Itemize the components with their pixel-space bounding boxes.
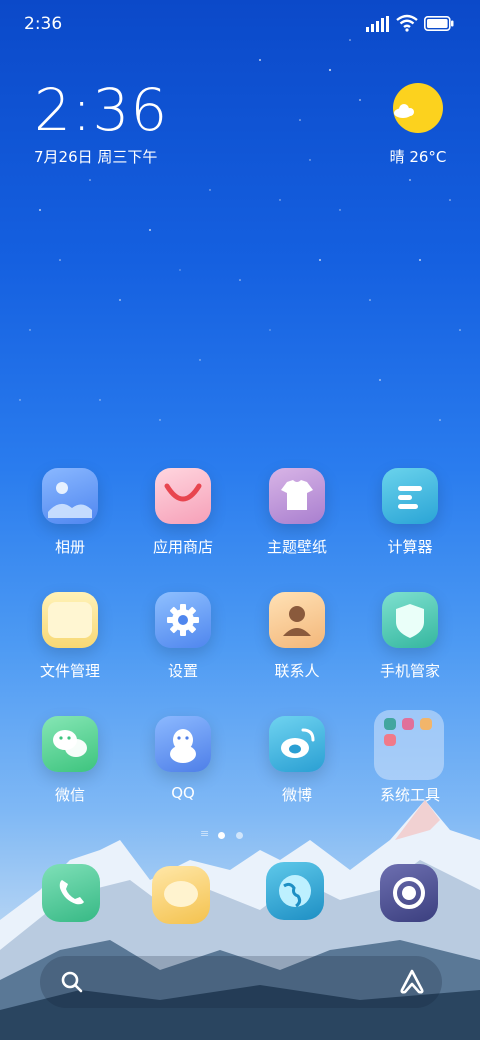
app-folder-system-tools[interactable]: 系统工具 [354, 710, 466, 826]
browser-globe-icon[interactable] [266, 862, 324, 920]
app-label: 微信 [54, 786, 85, 804]
weather-text: 晴 26°C [389, 148, 447, 166]
gallery-icon [42, 468, 98, 524]
messages-icon[interactable] [152, 866, 210, 924]
app-app-store[interactable]: 应用商店 [127, 468, 239, 578]
app-security[interactable]: 手机管家 [354, 592, 466, 702]
status-bar: 2:36 [0, 0, 480, 48]
app-label: 手机管家 [379, 662, 440, 680]
app-label: 计算器 [387, 538, 433, 556]
signal-icon [366, 16, 389, 32]
folder-icon [374, 710, 444, 780]
qq-penguin-icon [155, 716, 211, 772]
app-contacts[interactable]: 联系人 [241, 592, 353, 702]
assistant-icon[interactable] [398, 968, 426, 996]
app-settings[interactable]: 设置 [127, 592, 239, 702]
app-weibo[interactable]: 微博 [241, 716, 353, 826]
clock-widget[interactable]: 2:36 7月26日 周三下午 [34, 80, 254, 170]
clock-time: 2:36 [34, 76, 169, 144]
security-shield-icon [382, 592, 438, 648]
search-bar[interactable] [40, 956, 442, 1008]
page-indicator[interactable]: ≡ [196, 827, 286, 844]
weather-widget[interactable]: 晴 26°C [380, 82, 460, 172]
app-label: 系统工具 [379, 786, 440, 804]
wechat-icon [42, 716, 98, 772]
page-dot [236, 832, 243, 839]
starfield-background [19, 39, 461, 421]
contacts-icon [269, 592, 325, 648]
battery-icon [424, 16, 454, 31]
app-label: 设置 [167, 662, 198, 680]
status-time: 2:36 [24, 14, 63, 34]
app-label: 文件管理 [39, 662, 100, 680]
app-store-icon [155, 468, 211, 524]
app-label: 应用商店 [152, 538, 213, 556]
settings-gear-icon [155, 592, 211, 648]
home-list-icon: ≡ [200, 827, 210, 840]
app-label: 联系人 [274, 662, 320, 680]
phone-icon[interactable] [42, 864, 100, 922]
calculator-icon [382, 468, 438, 524]
app-label: 相册 [54, 538, 85, 556]
search-icon[interactable] [60, 970, 84, 994]
app-label: QQ [171, 784, 195, 802]
app-gallery[interactable]: 相册 [14, 468, 126, 578]
app-wechat[interactable]: 微信 [14, 716, 126, 826]
page-dot-active [218, 832, 225, 839]
app-label: 微博 [281, 786, 312, 804]
app-label: 主题壁纸 [266, 538, 327, 556]
app-themes[interactable]: 主题壁纸 [241, 468, 353, 578]
app-calculator[interactable]: 计算器 [354, 468, 466, 578]
app-file-manager[interactable]: 文件管理 [14, 592, 126, 702]
clock-date: 7月26日 周三下午 [34, 148, 158, 166]
file-manager-icon [42, 592, 98, 648]
weibo-icon [269, 716, 325, 772]
themes-icon [269, 468, 325, 524]
wifi-icon [396, 14, 418, 32]
camera-icon[interactable] [380, 864, 438, 922]
sun-cloud-icon [393, 83, 443, 133]
app-qq[interactable]: QQ [127, 716, 239, 826]
